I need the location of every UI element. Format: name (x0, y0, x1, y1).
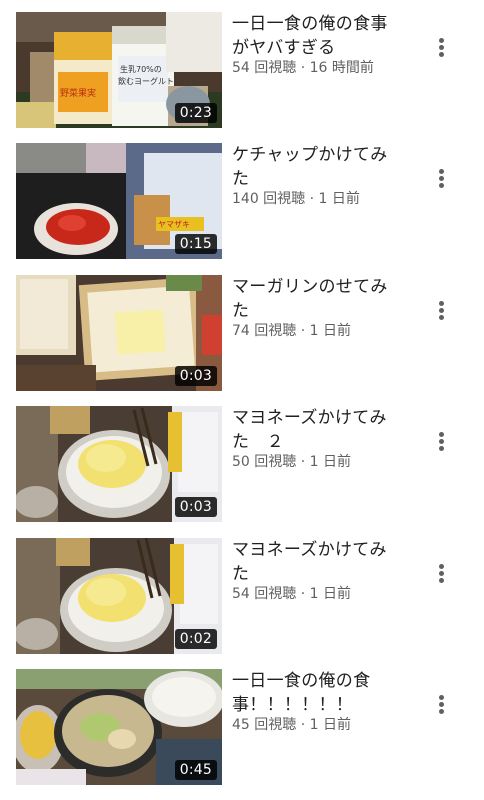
duration-badge: 0:45 (174, 760, 217, 780)
video-thumbnail[interactable]: ヤマザキ 0:15 (16, 143, 222, 259)
more-vert-icon[interactable] (426, 556, 456, 586)
more-vert-icon[interactable] (426, 30, 456, 60)
video-item[interactable]: 野菜果実 生乳70%の 飲むヨーグルト 0:23 一日一食の俺の食事がヤバすぎる… (0, 12, 484, 130)
video-meta: 140 回視聴 · 1 日前 (232, 191, 360, 207)
video-item[interactable]: ヤマザキ 0:15 ケチャップかけてみた 140 回視聴 · 1 日前 (0, 143, 484, 261)
video-title[interactable]: マヨネーズかけてみた (232, 538, 404, 586)
video-title[interactable]: ケチャップかけてみた (232, 143, 404, 191)
duration-badge: 0:03 (174, 497, 217, 517)
video-meta: 74 回視聴 · 1 日前 (232, 323, 351, 339)
duration-badge: 0:02 (174, 629, 217, 649)
thumb-label: 飲むヨーグルト (118, 76, 174, 86)
video-thumbnail[interactable]: 0:45 (16, 669, 222, 785)
thumb-label: 生乳70%の (120, 64, 162, 74)
video-thumbnail[interactable]: 0:02 (16, 538, 222, 654)
more-vert-icon[interactable] (426, 424, 456, 454)
video-list: 野菜果実 生乳70%の 飲むヨーグルト 0:23 一日一食の俺の食事がヤバすぎる… (0, 0, 484, 800)
duration-badge: 0:15 (174, 234, 217, 254)
video-meta: 45 回視聴 · 1 日前 (232, 717, 351, 733)
video-title[interactable]: 一日一食の俺の食事がヤバすぎる (232, 12, 404, 60)
thumb-label: 野菜果実 (60, 87, 96, 99)
video-item[interactable]: 0:03 マーガリンのせてみた 74 回視聴 · 1 日前 (0, 275, 484, 393)
video-meta: 54 回視聴 · 16 時間前 (232, 60, 374, 76)
more-vert-icon[interactable] (426, 293, 456, 323)
more-vert-icon[interactable] (426, 687, 456, 717)
video-title[interactable]: マーガリンのせてみた (232, 275, 404, 323)
video-item[interactable]: 0:02 マヨネーズかけてみた 54 回視聴 · 1 日前 (0, 538, 484, 656)
video-meta: 50 回視聴 · 1 日前 (232, 454, 351, 470)
video-thumbnail[interactable]: 0:03 (16, 275, 222, 391)
video-title[interactable]: マヨネーズかけてみた ２ (232, 406, 404, 454)
duration-badge: 0:23 (174, 103, 217, 123)
thumb-label: ヤマザキ (158, 220, 190, 229)
video-thumbnail[interactable]: 0:03 (16, 406, 222, 522)
more-vert-icon[interactable] (426, 161, 456, 191)
video-thumbnail[interactable]: 野菜果実 生乳70%の 飲むヨーグルト 0:23 (16, 12, 222, 128)
duration-badge: 0:03 (174, 366, 217, 386)
video-title[interactable]: 一日一食の俺の食事！！！！！！ (232, 669, 404, 717)
video-item[interactable]: 0:45 一日一食の俺の食事！！！！！！ 45 回視聴 · 1 日前 (0, 669, 484, 787)
video-item[interactable]: 0:03 マヨネーズかけてみた ２ 50 回視聴 · 1 日前 (0, 406, 484, 524)
video-meta: 54 回視聴 · 1 日前 (232, 586, 351, 602)
